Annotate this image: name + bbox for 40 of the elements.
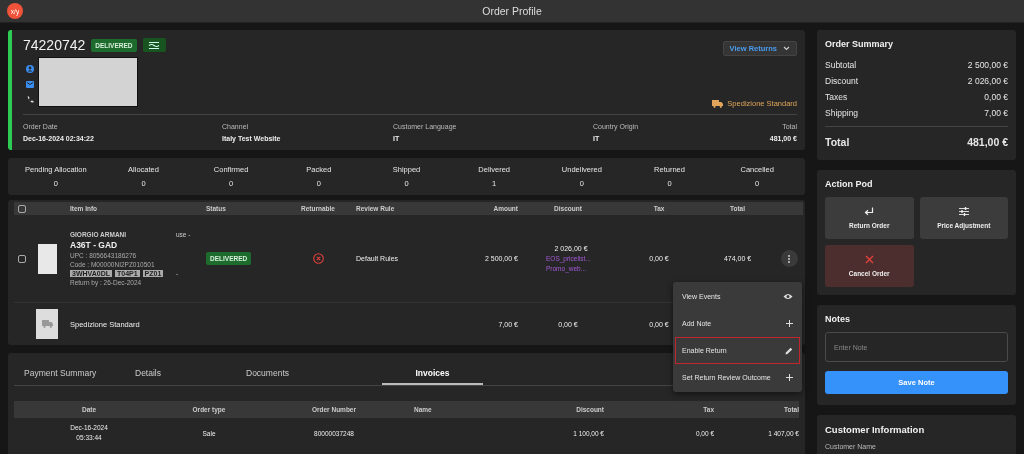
tab[interactable]: Payment Summary: [14, 363, 125, 385]
summary-label: Discount: [825, 76, 859, 87]
order-number: 74220742: [23, 37, 86, 53]
total-value: 481,00 €: [967, 135, 1008, 148]
truck-icon: [41, 320, 53, 328]
plus-icon: [786, 320, 793, 327]
card-title: Customer Information: [825, 424, 926, 435]
summary-label: Shipping: [825, 108, 859, 119]
summary-value: 0,00 €: [984, 92, 1008, 103]
plus-icon: [786, 374, 793, 381]
filter-button[interactable]: [142, 38, 166, 52]
chevron-down-icon: [783, 45, 790, 51]
return-arrow-icon: [864, 207, 875, 216]
mail-icon: [26, 81, 34, 88]
card-title: Action Pod: [825, 179, 874, 189]
tab[interactable]: Documents: [236, 363, 347, 385]
product-photo-placeholder: [37, 243, 57, 274]
card-title: Order Summary: [825, 39, 895, 49]
row-checkbox[interactable]: [18, 254, 26, 263]
close-icon: [864, 255, 874, 264]
page-title: Order Profile: [482, 5, 542, 17]
wavy-lines-icon: [148, 40, 160, 50]
sliders-icon: [958, 207, 969, 216]
truck-icon: [712, 99, 724, 108]
tab[interactable]: Invoices: [382, 363, 483, 385]
summary-value: 2 500,00 €: [967, 60, 1008, 70]
summary-value: 7,00 €: [984, 108, 1008, 119]
total-label: Total: [825, 135, 850, 148]
eye-icon: [783, 293, 793, 300]
card-title: Notes: [825, 314, 851, 324]
summary-label: Subtotal: [825, 60, 857, 70]
phone-icon: [26, 96, 34, 104]
select-all-checkbox[interactable]: [18, 204, 26, 213]
summary-value: 2 026,00 €: [967, 76, 1008, 87]
more-options-button[interactable]: [780, 250, 798, 267]
product-name: A36T - GAD: [70, 239, 119, 250]
pencil-icon: [785, 346, 793, 355]
tab[interactable]: Details: [125, 363, 236, 385]
summary-label: Taxes: [825, 92, 848, 103]
user-icon: [26, 65, 34, 73]
